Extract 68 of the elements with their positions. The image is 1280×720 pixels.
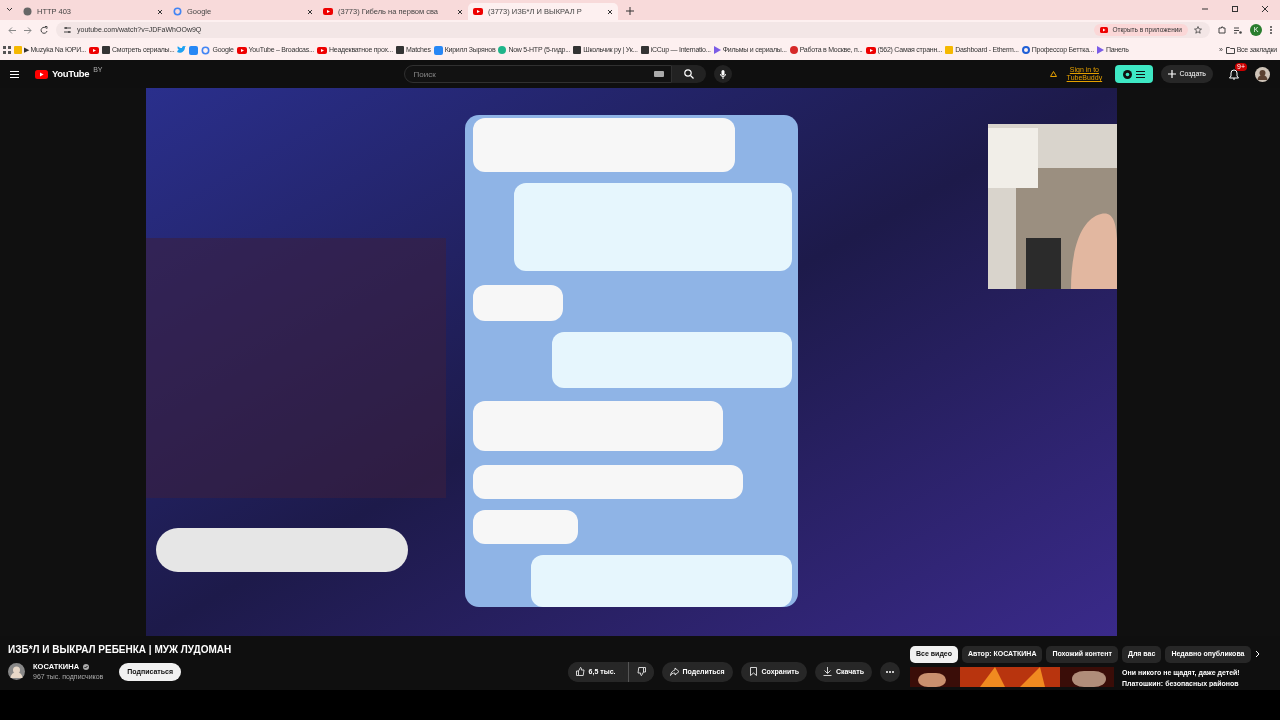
- close-icon[interactable]: [307, 8, 313, 15]
- play-icon: [236, 46, 247, 54]
- square-icon: [640, 46, 649, 54]
- channel-avatar-icon[interactable]: [8, 663, 25, 681]
- square-icon: [102, 46, 110, 54]
- download-icon: [823, 667, 833, 677]
- close-icon[interactable]: [157, 8, 163, 15]
- play-icon: [323, 8, 333, 15]
- share-icon: [669, 667, 679, 677]
- warning-icon: [1050, 71, 1058, 77]
- menu-icon[interactable]: [10, 70, 19, 78]
- chevron-right-icon[interactable]: [1254, 650, 1260, 659]
- triangle-icon: [1096, 46, 1104, 54]
- restore-icon[interactable]: [1232, 6, 1238, 12]
- close-icon[interactable]: [607, 8, 613, 15]
- back-icon[interactable]: [8, 26, 16, 34]
- square-icon: [395, 46, 404, 54]
- circle-icon: [1021, 46, 1030, 54]
- minimize-icon[interactable]: [1202, 6, 1208, 12]
- plus-icon[interactable]: [626, 7, 634, 15]
- thumbs-up-icon: [575, 667, 585, 677]
- play-icon: [35, 69, 48, 79]
- dislike-button[interactable]: [627, 661, 654, 682]
- plus-icon: [1168, 70, 1177, 78]
- site-info-icon[interactable]: [64, 27, 71, 33]
- search-icon: [684, 69, 695, 79]
- voice-search-button[interactable]: [714, 65, 733, 83]
- more-button[interactable]: [880, 661, 900, 682]
- menu-icon: [1136, 70, 1146, 78]
- bird-icon[interactable]: [177, 46, 187, 54]
- thumbs-down-icon: [636, 667, 646, 677]
- search-button[interactable]: [672, 65, 707, 83]
- vk-icon: [433, 45, 443, 55]
- microphone-icon: [720, 69, 727, 79]
- tubebuddy-button[interactable]: [1115, 65, 1154, 83]
- triangle-icon: [713, 46, 721, 54]
- google-icon: [173, 7, 182, 16]
- apps-icon[interactable]: [3, 46, 11, 54]
- video-title: ИЗБ*Л И ВЫКРАЛ РЕБЕНКА | МУЖ ЛУДОМАН: [8, 643, 233, 657]
- circle-icon: [498, 46, 507, 54]
- square-icon: [573, 46, 582, 54]
- vk-icon[interactable]: [189, 45, 199, 55]
- square-icon: [14, 46, 22, 54]
- star-icon[interactable]: [1194, 26, 1202, 34]
- play-icon: [1100, 27, 1109, 33]
- more-icon: [886, 670, 894, 673]
- reload-icon[interactable]: [40, 26, 48, 34]
- close-icon[interactable]: [457, 8, 463, 15]
- play-icon: [317, 46, 327, 54]
- extensions-icon[interactable]: [1218, 26, 1226, 34]
- bookmark-icon: [748, 667, 758, 677]
- chevron-icon[interactable]: [5, 6, 13, 12]
- close-icon[interactable]: [1262, 6, 1268, 12]
- search-field[interactable]: Поиск: [404, 65, 673, 83]
- play-icon[interactable]: [89, 46, 99, 54]
- play-icon: [865, 46, 876, 54]
- bell-icon[interactable]: [1229, 68, 1239, 80]
- folder-icon: [1225, 46, 1235, 54]
- keyboard-icon[interactable]: [654, 71, 665, 77]
- tubebuddy-icon: [1123, 69, 1133, 79]
- media-icon[interactable]: [1234, 26, 1242, 34]
- square-icon: [945, 46, 954, 54]
- avatar-icon[interactable]: [1255, 66, 1270, 82]
- forward-icon[interactable]: [24, 26, 32, 34]
- google-icon: [201, 45, 211, 55]
- circle-icon: [789, 46, 798, 54]
- play-icon: [473, 8, 483, 15]
- globe-icon: [23, 7, 32, 16]
